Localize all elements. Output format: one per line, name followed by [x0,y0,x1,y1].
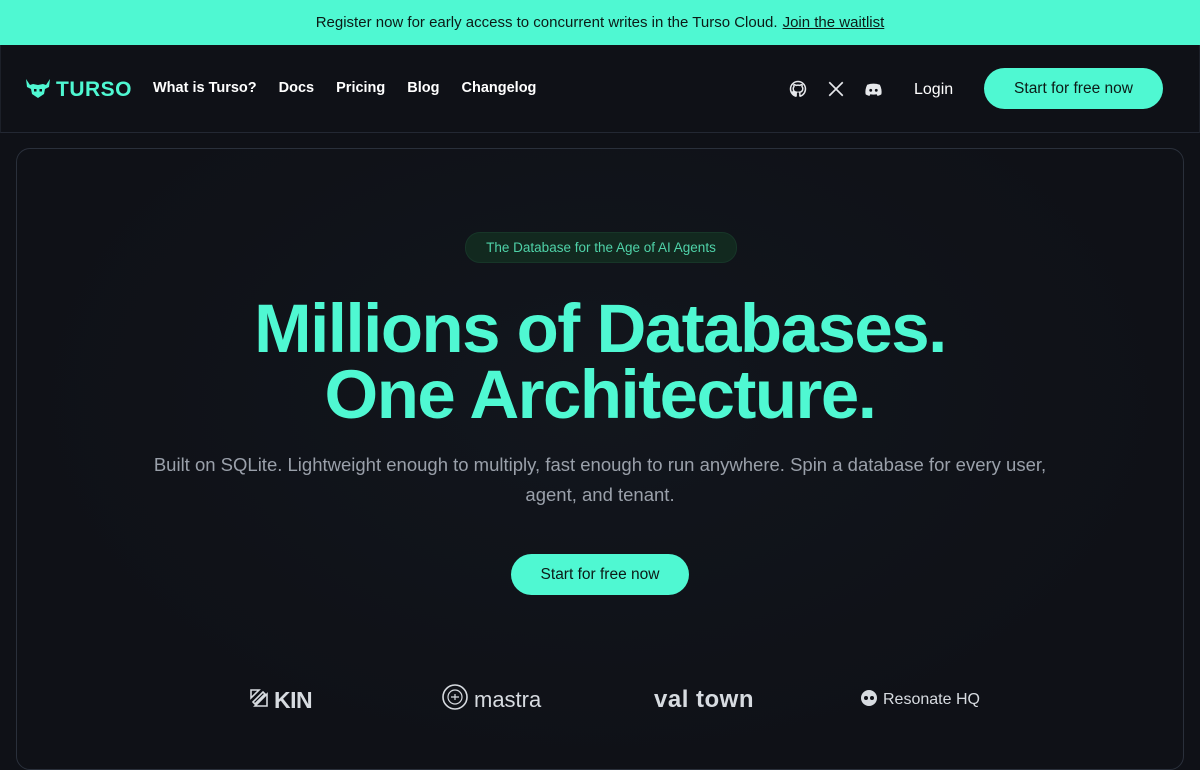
mastra-logo: mastra [441,684,541,716]
val-town-logo: val town [654,684,754,716]
customer-logos: KIN mastra val town Resonate HQ [0,684,1200,716]
x-icon[interactable] [826,79,846,99]
start-free-button-nav[interactable]: Start for free now [984,68,1163,109]
resonate-mark-icon [860,689,878,712]
announcement-banner: Register now for early access to concurr… [0,0,1200,45]
mastra-wordmark: mastra [474,687,542,712]
nav-link-pricing[interactable]: Pricing [336,80,385,96]
kin-wordmark: KIN [274,686,313,713]
headline-line-2: One Architecture. [324,356,877,433]
hero-headline: Millions of Databases. One Architecture. [0,290,1200,433]
banner-text: Register now for early access to concurr… [315,14,778,31]
kin-logo: KIN [249,684,313,716]
start-free-button-hero[interactable]: Start for free now [511,554,689,595]
mastra-mark-icon [441,683,469,717]
nav-links: What is Turso? Docs Pricing Blog Changel… [153,80,558,96]
login-link[interactable]: Login [914,81,953,99]
logo-wordmark: TURSO [56,78,132,101]
join-waitlist-link[interactable]: Join the waitlist [783,14,885,31]
resonate-wordmark: Resonate HQ [883,691,980,708]
turso-logo[interactable]: TURSO [24,77,132,103]
top-navigation: TURSO What is Turso? Docs Pricing Blog C… [0,45,1200,133]
nav-link-changelog[interactable]: Changelog [462,80,537,96]
turso-bull-icon [24,77,52,104]
github-icon[interactable] [788,79,808,99]
nav-link-what-is-turso[interactable]: What is Turso? [153,80,257,96]
nav-link-blog[interactable]: Blog [407,80,439,96]
headline-line-1: Millions of Databases. [254,290,947,367]
hero-tag-badge: The Database for the Age of AI Agents [465,232,737,263]
nav-link-docs[interactable]: Docs [279,80,314,96]
val-town-wordmark: val town [654,686,755,713]
hero-subtitle: Built on SQLite. Lightweight enough to m… [153,454,1047,505]
discord-icon[interactable] [863,79,883,99]
kin-mark-icon [249,687,269,714]
resonate-hq-logo: Resonate HQ [860,684,980,716]
